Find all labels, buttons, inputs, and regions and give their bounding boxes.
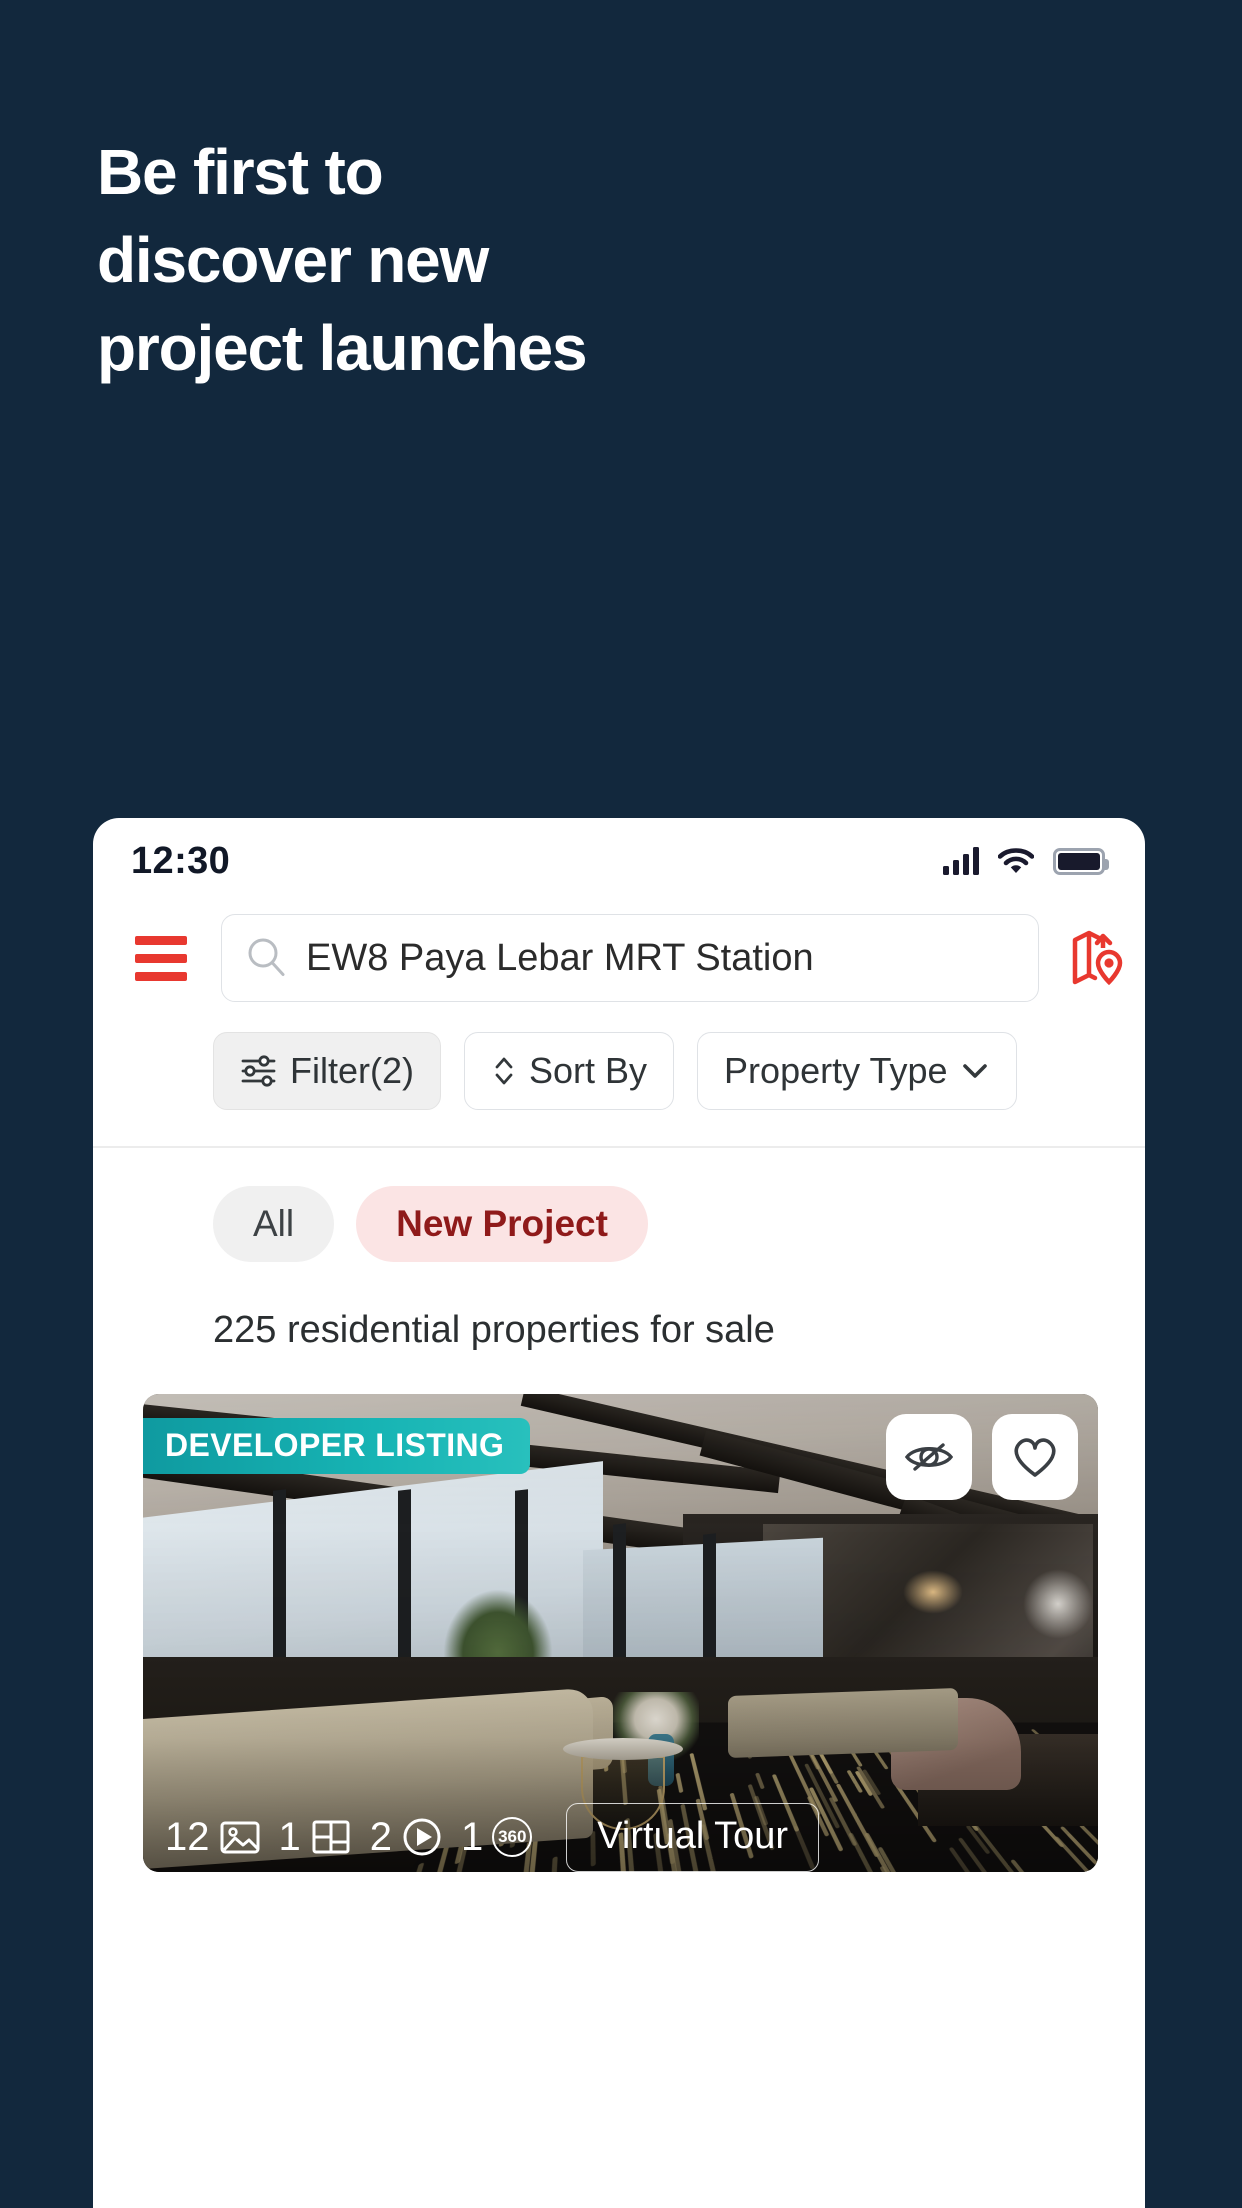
- chip-new-project-label: New Project: [396, 1203, 608, 1245]
- status-bar-icons: [943, 847, 1105, 875]
- media-videos-count: 2: [370, 1815, 392, 1860]
- search-input[interactable]: EW8 Paya Lebar MRT Station: [221, 914, 1039, 1002]
- eye-off-icon: [903, 1435, 955, 1479]
- page-title: Be first to discover new project launche…: [97, 128, 797, 392]
- sliders-icon: [240, 1054, 278, 1088]
- status-bar-clock: 12:30: [131, 840, 230, 883]
- media-360-count: 1: [461, 1815, 483, 1860]
- sort-by-label: Sort By: [529, 1050, 647, 1092]
- media-videos: 2: [370, 1815, 443, 1860]
- status-badge: DEVELOPER LISTING: [143, 1418, 530, 1474]
- card-actions: [886, 1414, 1078, 1500]
- search-bar-row: EW8 Paya Lebar MRT Station: [93, 904, 1145, 1016]
- chip-all-label: All: [253, 1203, 294, 1245]
- page-root: Be first to discover new project launche…: [0, 0, 1242, 2208]
- battery-icon: [1053, 848, 1105, 875]
- property-card[interactable]: DEVELOPER LISTING 12 1 2 1 360 Virtual T…: [143, 1394, 1098, 1872]
- media-360: 1 360: [461, 1815, 532, 1860]
- chip-all[interactable]: All: [213, 1186, 334, 1262]
- favorite-button[interactable]: [992, 1414, 1078, 1500]
- sort-by-button[interactable]: Sort By: [464, 1032, 674, 1110]
- map-pin-icon: [1069, 928, 1125, 988]
- media-count-bar: 12 1 2 1 360 Virtual Tour: [165, 1803, 1076, 1872]
- virtual-tour-button[interactable]: Virtual Tour: [566, 1803, 819, 1872]
- hamburger-menu-icon[interactable]: [115, 936, 207, 981]
- search-icon: [244, 935, 290, 981]
- phone-mockup: 12:30 EW8 Paya Lebar MRT Station Filter(…: [93, 818, 1145, 2208]
- map-view-button[interactable]: [1049, 928, 1145, 988]
- media-floorplan: 1: [279, 1815, 352, 1860]
- filter-button-label: Filter(2): [290, 1050, 414, 1092]
- headline-line-2: discover new: [97, 216, 797, 304]
- status-bar: 12:30: [93, 818, 1145, 904]
- result-count: 225 residential properties for sale: [93, 1262, 1145, 1352]
- media-floorplan-count: 1: [279, 1815, 301, 1860]
- property-type-button[interactable]: Property Type: [697, 1032, 1016, 1110]
- headline-line-1: Be first to: [97, 128, 797, 216]
- media-photos: 12: [165, 1815, 261, 1860]
- chevron-down-icon: [960, 1061, 990, 1081]
- category-chips-row: All New Project: [93, 1148, 1145, 1262]
- chip-new-project[interactable]: New Project: [356, 1186, 648, 1262]
- headline-line-3: project launches: [97, 304, 797, 392]
- filter-button[interactable]: Filter(2): [213, 1032, 441, 1110]
- search-input-value: EW8 Paya Lebar MRT Station: [306, 937, 814, 980]
- filter-chips-row: Filter(2) Sort By Property Type: [213, 1016, 1145, 1110]
- sort-updown-icon: [491, 1053, 517, 1089]
- photo-icon: [219, 1818, 261, 1856]
- heart-icon: [1010, 1434, 1060, 1480]
- video-play-icon: [401, 1816, 443, 1858]
- signal-bars-icon: [943, 847, 979, 875]
- hide-listing-button[interactable]: [886, 1414, 972, 1500]
- 360-view-icon: 360: [492, 1817, 532, 1857]
- media-photos-count: 12: [165, 1815, 210, 1860]
- wifi-icon: [998, 847, 1034, 875]
- property-type-label: Property Type: [724, 1050, 947, 1092]
- floorplan-icon: [310, 1818, 352, 1856]
